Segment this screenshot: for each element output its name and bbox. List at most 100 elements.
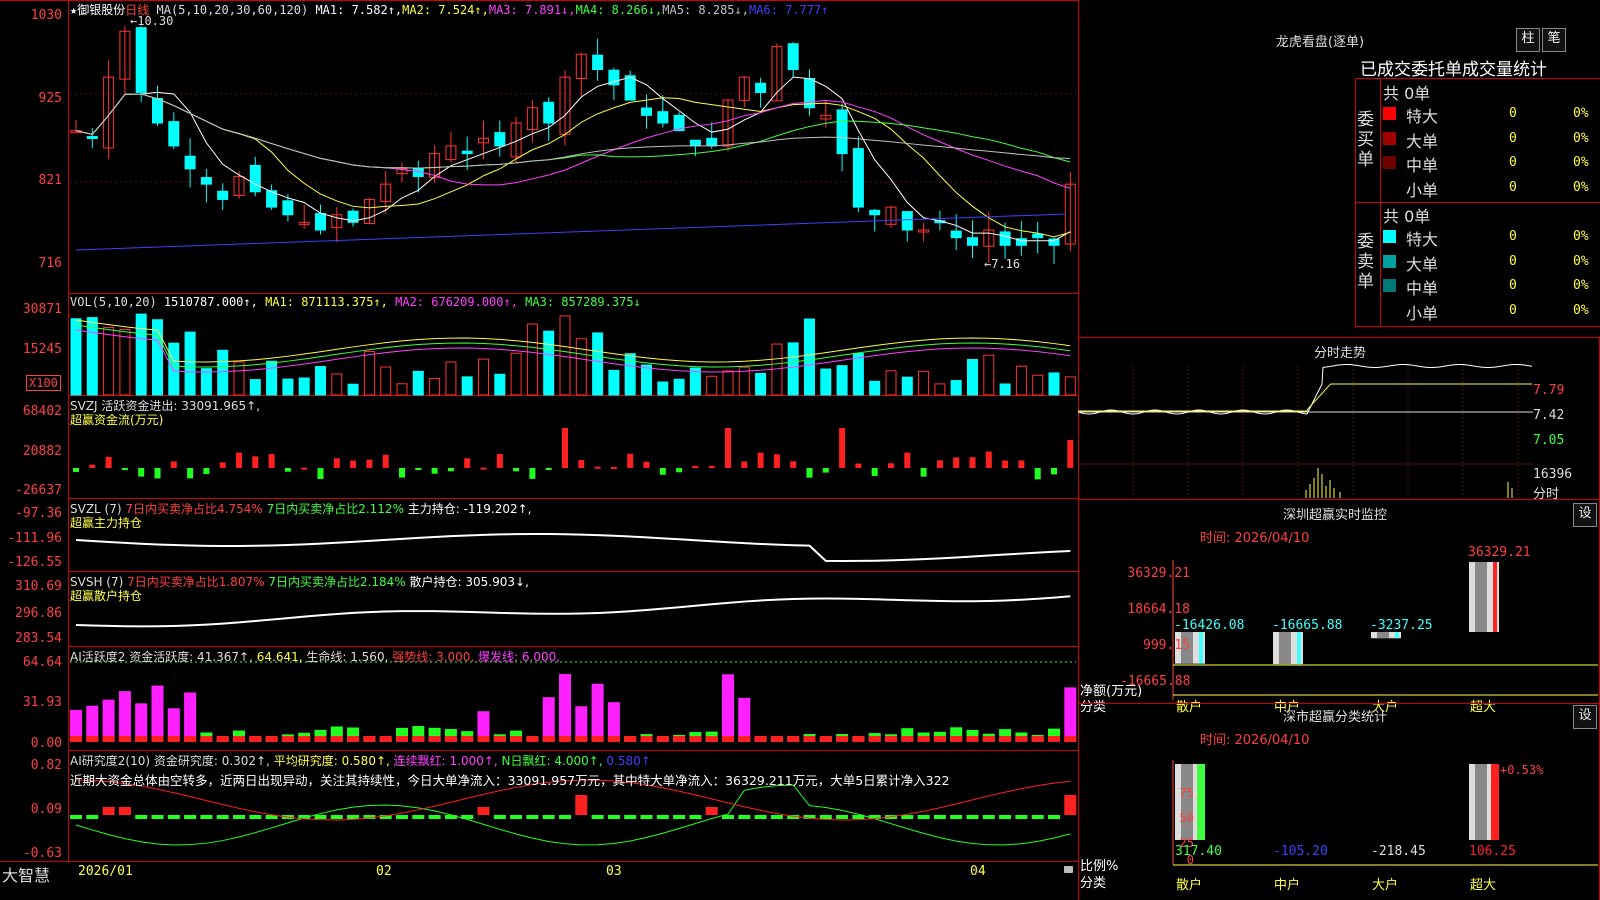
volume-bar <box>135 313 147 396</box>
tick-mode-button[interactable]: 笔 <box>1542 28 1566 52</box>
legend-swatch <box>1383 131 1396 145</box>
flow-bar <box>496 453 503 468</box>
stock-name[interactable]: 御银股份 <box>77 3 125 17</box>
activity-bar <box>118 691 131 742</box>
activity-base <box>624 736 637 742</box>
order-size-label: 特大 <box>1406 230 1439 249</box>
volume-bar <box>494 373 506 396</box>
order-pct: 0% <box>1573 130 1589 146</box>
order-count: 0 <box>1509 106 1517 121</box>
volume-bar <box>657 381 669 396</box>
flow-bar <box>89 464 96 468</box>
activity-bar <box>1064 687 1077 742</box>
research-bar <box>640 815 653 819</box>
activity-base <box>673 736 686 742</box>
svzl-ylabel-0: -97.36 <box>15 506 62 521</box>
activity-base <box>933 736 946 742</box>
activity-base <box>787 736 800 742</box>
lhb-subtitle: 已成交委托单成交量统计 <box>1360 60 1547 80</box>
brand-label[interactable]: 大智慧 <box>2 862 50 886</box>
legend-swatch <box>1383 230 1396 243</box>
flow-bar <box>985 451 992 468</box>
candle-body <box>1048 238 1060 246</box>
flow-bar <box>659 468 666 475</box>
order-size-label: 大单 <box>1406 254 1439 274</box>
sell-side-label: 委卖单 <box>1357 232 1374 292</box>
lock-icon[interactable] <box>1064 866 1073 873</box>
candle-body <box>543 101 555 124</box>
volume-bar <box>999 383 1011 396</box>
research-bar <box>982 815 995 819</box>
flow-bar <box>888 463 894 468</box>
research-bar <box>754 815 767 819</box>
sell-total: 共 0单 <box>1383 207 1431 226</box>
activity-base <box>363 736 376 742</box>
ma-values: MA1: 7.582↑,MA2: 7.524↑,MA3: 7.891↓,MA4:… <box>315 3 828 17</box>
candle-body <box>135 27 147 93</box>
buy-total: 共 0单 <box>1383 84 1431 103</box>
research-bar <box>167 815 180 819</box>
vol-ylabel-0: 30871 <box>22 302 62 317</box>
flow-bar <box>822 468 829 473</box>
classify-category: 超大 <box>1470 878 1497 893</box>
order-size-label: 小单 <box>1406 303 1439 323</box>
monitor-bar-shade <box>1279 632 1291 665</box>
classify-category: 散户 <box>1176 878 1203 893</box>
bar-mode-button[interactable]: 柱 <box>1516 28 1540 52</box>
volume-bar <box>934 383 946 396</box>
activity-base <box>200 736 213 742</box>
header-item: MA3: 7.891↓, <box>488 3 576 17</box>
high-price-value: 10.30 <box>137 14 174 28</box>
header-item: 7日内买卖净占比1.807% <box>127 575 265 589</box>
activity-base <box>102 736 115 742</box>
activity-base <box>281 736 294 742</box>
order-count: 0 <box>1509 278 1517 293</box>
activity-base <box>607 736 620 742</box>
activity-base <box>330 736 343 742</box>
activity-base <box>1048 736 1060 742</box>
research-bar <box>102 807 115 815</box>
volume-multiplier[interactable]: X100 <box>26 375 61 391</box>
activity-base <box>575 736 588 742</box>
candle-body <box>967 237 978 246</box>
svzl-subtitle: 超赢主力持仓 <box>70 516 143 530</box>
flow-bar <box>610 467 617 470</box>
volume-bar <box>298 377 310 396</box>
candle-body <box>494 132 506 147</box>
order-pct: 0% <box>1573 302 1589 318</box>
research-bar <box>950 815 963 819</box>
activity-base <box>868 736 881 742</box>
classify-bar-edge <box>1491 764 1499 840</box>
vol-ylabel-1: 15245 <box>22 342 62 357</box>
activity-base <box>184 736 197 742</box>
kline-ylabel-1: 925 <box>38 91 62 106</box>
order-pct: 0% <box>1573 179 1589 195</box>
monitor-settings-button[interactable]: 设 <box>1573 503 1597 527</box>
header-item: MA2: 676209.000↑, <box>387 295 518 309</box>
svzj-ylabel-0: 68402 <box>22 404 62 419</box>
volume-bar <box>282 378 294 396</box>
xaxis-label-0: 2026/01 <box>78 864 133 879</box>
svsh-ylabel-0: 310.69 <box>15 579 62 594</box>
ai-research-header: AI研究度2(10) 资金研究度: 0.302↑, 平均研究度: 0.580↑,… <box>70 752 651 769</box>
research-bar <box>819 815 832 819</box>
research-bar <box>510 815 523 819</box>
activity-base <box>526 736 539 742</box>
kline-header: ★御银股份日线 MA(5,10,20,30,60,120) MA1: 7.582… <box>70 1 828 18</box>
svzl-ylabel-1: -111.96 <box>7 531 62 546</box>
activity-base <box>167 736 180 742</box>
classify-ylabel-1: 50 <box>1179 811 1194 825</box>
flow-bar <box>920 468 927 477</box>
kline-ylabel-0: 1030 <box>30 8 62 23</box>
research-bar <box>347 815 360 819</box>
flow-bar <box>676 468 683 473</box>
research-bar <box>1031 815 1044 819</box>
volume-bar <box>412 370 424 396</box>
classify-settings-button[interactable]: 设 <box>1573 705 1597 729</box>
header-item: MA3: 857289.375↓ <box>517 295 641 309</box>
research-bar <box>412 815 425 819</box>
activity-base <box>705 736 718 742</box>
monitor-title: 深圳超赢实时监控 <box>1282 508 1387 523</box>
classify-bar-edge <box>1197 764 1205 840</box>
svzl-ylabel-2: -126.55 <box>7 555 62 570</box>
